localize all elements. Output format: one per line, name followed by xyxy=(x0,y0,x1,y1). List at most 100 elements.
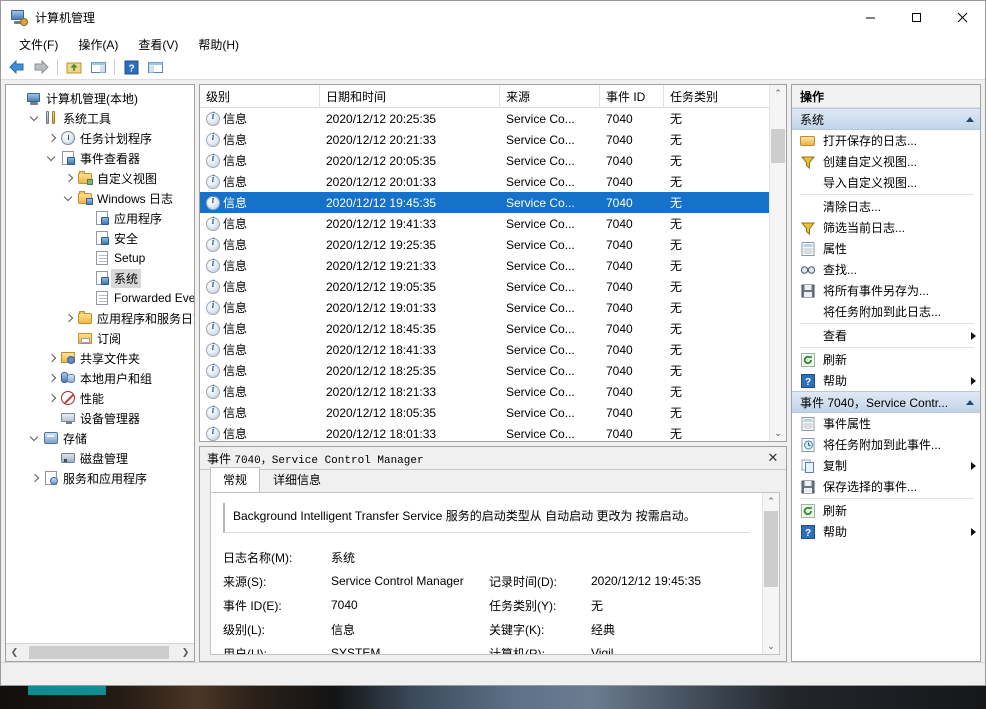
show-action-pane-button[interactable] xyxy=(143,56,167,78)
tree-node[interactable]: 计算机管理(本地) xyxy=(6,88,194,108)
chevron-right-icon[interactable] xyxy=(44,130,60,146)
event-list-header[interactable]: 级别 日期和时间 来源 事件 ID 任务类别 xyxy=(200,85,769,108)
column-header[interactable]: 级别 xyxy=(200,85,320,107)
table-row[interactable]: 信息 2020/12/12 20:25:35 Service Co... 7040 无 xyxy=(200,108,769,129)
chevron-down-icon[interactable] xyxy=(61,190,77,206)
scroll-up-icon[interactable]: ⌃ xyxy=(770,85,786,101)
tree-node[interactable]: 系统工具 xyxy=(6,108,194,128)
action-item[interactable]: 导入自定义视图... xyxy=(792,172,980,193)
event-detail-scrollbar[interactable]: ⌃ ⌄ xyxy=(762,493,779,654)
tab-general[interactable]: 常规 xyxy=(210,467,261,492)
tree-node[interactable]: 事件查看器 xyxy=(6,148,194,168)
action-item[interactable]: 清除日志... xyxy=(792,196,980,217)
scroll-left-icon[interactable]: ❮ xyxy=(6,645,23,660)
menu-view[interactable]: 查看(V) xyxy=(128,34,188,55)
table-row[interactable]: 信息 2020/12/12 18:01:33 Service Co... 7040 无 xyxy=(200,423,769,441)
action-item[interactable]: 刷新 xyxy=(792,500,980,521)
tree-node[interactable]: 磁盘管理 xyxy=(6,448,194,468)
table-row[interactable]: 信息 2020/12/12 19:05:35 Service Co... 7040 无 xyxy=(200,276,769,297)
chevron-down-icon[interactable] xyxy=(44,150,60,166)
chevron-up-icon[interactable] xyxy=(966,116,974,122)
column-header[interactable]: 事件 ID xyxy=(600,85,664,107)
tree-node[interactable]: Setup xyxy=(6,248,194,268)
action-item[interactable]: 查找... xyxy=(792,259,980,280)
action-item[interactable]: 刷新 xyxy=(792,349,980,370)
tree-node[interactable]: 系统 xyxy=(6,268,194,288)
action-item[interactable]: 将任务附加到此日志... xyxy=(792,301,980,322)
chevron-right-icon[interactable] xyxy=(44,350,60,366)
menu-file[interactable]: 文件(F) xyxy=(9,34,68,55)
table-row[interactable]: 信息 2020/12/12 19:25:35 Service Co... 7040 无 xyxy=(200,234,769,255)
action-item[interactable]: 查看 xyxy=(792,325,980,346)
tab-details[interactable]: 详细信息 xyxy=(260,467,334,492)
tree-node[interactable]: 安全 xyxy=(6,228,194,248)
close-button[interactable] xyxy=(939,1,985,33)
tree-node[interactable]: 存储 xyxy=(6,428,194,448)
column-header[interactable]: 日期和时间 xyxy=(320,85,500,107)
minimize-button[interactable] xyxy=(847,1,893,33)
action-item[interactable]: 创建自定义视图... xyxy=(792,151,980,172)
actions-section-system[interactable]: 系统 xyxy=(792,108,980,130)
tree-node[interactable]: 性能 xyxy=(6,388,194,408)
table-row[interactable]: 信息 2020/12/12 20:01:33 Service Co... 7040 无 xyxy=(200,171,769,192)
maximize-button[interactable] xyxy=(893,1,939,33)
table-row[interactable]: 信息 2020/12/12 18:21:33 Service Co... 7040 无 xyxy=(200,381,769,402)
tree-hscroll-track[interactable] xyxy=(23,645,177,660)
scroll-right-icon[interactable]: ❯ xyxy=(177,645,194,660)
chevron-up-icon[interactable] xyxy=(966,399,974,405)
table-row[interactable]: 信息 2020/12/12 18:45:35 Service Co... 7040 无 xyxy=(200,318,769,339)
chevron-down-icon[interactable] xyxy=(27,110,43,126)
table-row[interactable]: 信息 2020/12/12 19:01:33 Service Co... 7040 无 xyxy=(200,297,769,318)
column-header[interactable]: 来源 xyxy=(500,85,600,107)
tree-node[interactable]: 共享文件夹 xyxy=(6,348,194,368)
table-row[interactable]: 信息 2020/12/12 20:05:35 Service Co... 7040 无 xyxy=(200,150,769,171)
table-row[interactable]: 信息 2020/12/12 20:21:33 Service Co... 7040 无 xyxy=(200,129,769,150)
action-item[interactable]: 事件属性 xyxy=(792,413,980,434)
chevron-down-icon[interactable] xyxy=(27,430,43,446)
tree-hscroll-thumb[interactable] xyxy=(29,646,169,659)
menu-help[interactable]: 帮助(H) xyxy=(188,34,249,55)
tree-node[interactable]: Forwarded Eve xyxy=(6,288,194,308)
chevron-right-icon[interactable] xyxy=(44,370,60,386)
table-row[interactable]: 信息 2020/12/12 18:41:33 Service Co... 7040 无 xyxy=(200,339,769,360)
detail-scroll-track[interactable] xyxy=(763,509,779,638)
help-button[interactable]: ? xyxy=(119,56,143,78)
scroll-down-icon[interactable]: ⌄ xyxy=(770,425,786,441)
tree-node[interactable]: 设备管理器 xyxy=(6,408,194,428)
tree-node[interactable]: 应用程序和服务日志 xyxy=(6,308,194,328)
chevron-right-icon[interactable] xyxy=(61,310,77,326)
action-item[interactable]: 保存选择的事件... xyxy=(792,476,980,497)
table-row[interactable]: 信息 2020/12/12 19:45:35 Service Co... 7040 无 xyxy=(200,192,769,213)
detail-scroll-up-icon[interactable]: ⌃ xyxy=(763,493,779,509)
tree-node[interactable]: 任务计划程序 xyxy=(6,128,194,148)
tree-node[interactable]: 服务和应用程序 xyxy=(6,468,194,488)
back-button[interactable] xyxy=(5,56,29,78)
forward-button[interactable] xyxy=(29,56,53,78)
show-hide-tree-button[interactable] xyxy=(86,56,110,78)
console-tree[interactable]: 计算机管理(本地) 系统工具 任务计划程序 事件查看器 自定义视图 Windows 日志应… xyxy=(6,85,194,643)
event-list-rows[interactable]: 信息2020/12/12 20:25:35Service Co...7040无信… xyxy=(200,108,769,441)
detail-scroll-down-icon[interactable]: ⌄ xyxy=(763,638,779,654)
tree-horizontal-scrollbar[interactable]: ❮ ❯ xyxy=(6,643,194,661)
event-detail-close-icon[interactable]: ✕ xyxy=(760,450,786,466)
tree-node[interactable]: 订阅 xyxy=(6,328,194,348)
table-row[interactable]: 信息 2020/12/12 19:41:33 Service Co... 7040 无 xyxy=(200,213,769,234)
chevron-right-icon[interactable] xyxy=(61,170,77,186)
action-item[interactable]: 复制 xyxy=(792,455,980,476)
tree-node[interactable]: 自定义视图 xyxy=(6,168,194,188)
action-item[interactable]: 将任务附加到此事件... xyxy=(792,434,980,455)
up-one-level-button[interactable] xyxy=(62,56,86,78)
action-item[interactable]: 将所有事件另存为... xyxy=(792,280,980,301)
action-item[interactable]: 属性 xyxy=(792,238,980,259)
actions-section-event[interactable]: 事件 7040，Service Contr... xyxy=(792,391,980,413)
event-list-scroll-thumb[interactable] xyxy=(771,129,785,163)
event-list-scrollbar[interactable]: ⌃ ⌄ xyxy=(769,85,786,441)
tree-node[interactable]: 应用程序 xyxy=(6,208,194,228)
table-row[interactable]: 信息 2020/12/12 18:05:35 Service Co... 7040 无 xyxy=(200,402,769,423)
table-row[interactable]: 信息 2020/12/12 18:25:35 Service Co... 7040 无 xyxy=(200,360,769,381)
detail-scroll-thumb[interactable] xyxy=(764,511,778,587)
menu-action[interactable]: 操作(A) xyxy=(68,34,128,55)
action-item[interactable]: ? 帮助 xyxy=(792,521,980,542)
tree-node[interactable]: 本地用户和组 xyxy=(6,368,194,388)
chevron-right-icon[interactable] xyxy=(27,470,43,486)
